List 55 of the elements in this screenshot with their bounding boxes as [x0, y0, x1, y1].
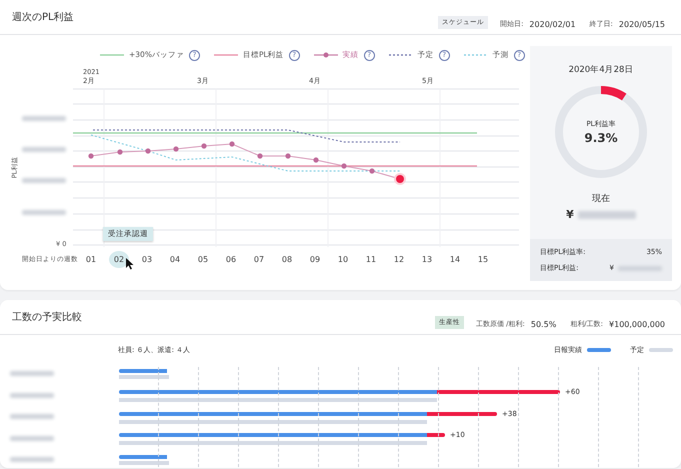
data-point	[117, 149, 123, 155]
week-label[interactable]: 10	[333, 251, 353, 268]
week-label[interactable]: 03	[137, 251, 157, 268]
week-label[interactable]: 02	[109, 251, 129, 268]
current-label: 現在	[592, 192, 610, 205]
blurred-value	[10, 392, 54, 398]
cursor-icon	[126, 258, 134, 270]
blurred-value	[22, 116, 66, 121]
currency-sign: ¥	[566, 208, 574, 221]
card-title: 週次のPL利益	[12, 10, 74, 25]
blurred-value	[22, 147, 66, 152]
blurred-value	[10, 436, 54, 441]
current-point	[394, 173, 406, 185]
start-date: 2020/02/01	[529, 20, 576, 29]
blurred-value	[10, 457, 54, 462]
week-label[interactable]: 01	[81, 251, 101, 268]
card-title: 工数の予実比較	[12, 310, 82, 325]
legend-swatch	[649, 348, 673, 352]
data-point	[341, 163, 347, 169]
blurred-value	[10, 371, 54, 376]
date-label: 2020年4月28日	[568, 64, 634, 76]
blurred-value	[22, 178, 66, 183]
data-point	[173, 146, 179, 152]
data-point	[229, 141, 235, 147]
week-label[interactable]: 06	[221, 251, 241, 268]
week-label[interactable]: 14	[445, 251, 465, 268]
actual-bar	[119, 368, 167, 373]
week-label[interactable]: 15	[473, 251, 493, 268]
week-label[interactable]: 05	[193, 251, 213, 268]
blurred-value	[22, 210, 66, 215]
actual-bar	[119, 454, 167, 459]
profit-value: ¥100,000,000	[609, 320, 665, 329]
data-point	[313, 157, 319, 163]
week-label[interactable]: 13	[417, 251, 437, 268]
week-label[interactable]: 11	[361, 251, 381, 268]
overrun-bar	[427, 412, 497, 416]
gauge-value: 9.3%	[584, 131, 618, 145]
end-date: 2020/05/15	[618, 20, 665, 29]
legend-swatch	[587, 348, 611, 352]
data-point	[369, 168, 375, 174]
week-label[interactable]: 12	[389, 251, 409, 268]
week-label[interactable]: 09	[305, 251, 325, 268]
data-point	[145, 148, 151, 154]
week-label[interactable]: 04	[165, 251, 185, 268]
blurred-value	[618, 266, 662, 270]
blurred-value	[578, 210, 636, 218]
data-point	[88, 153, 94, 159]
week-label[interactable]: 07	[249, 251, 269, 268]
blurred-value	[10, 414, 54, 420]
data-point	[285, 153, 291, 159]
overrun-bar	[427, 433, 445, 438]
data-point	[201, 143, 207, 149]
cost-value: 50.5%	[530, 320, 556, 329]
week-label[interactable]: 08	[277, 251, 297, 268]
data-point	[257, 153, 263, 159]
